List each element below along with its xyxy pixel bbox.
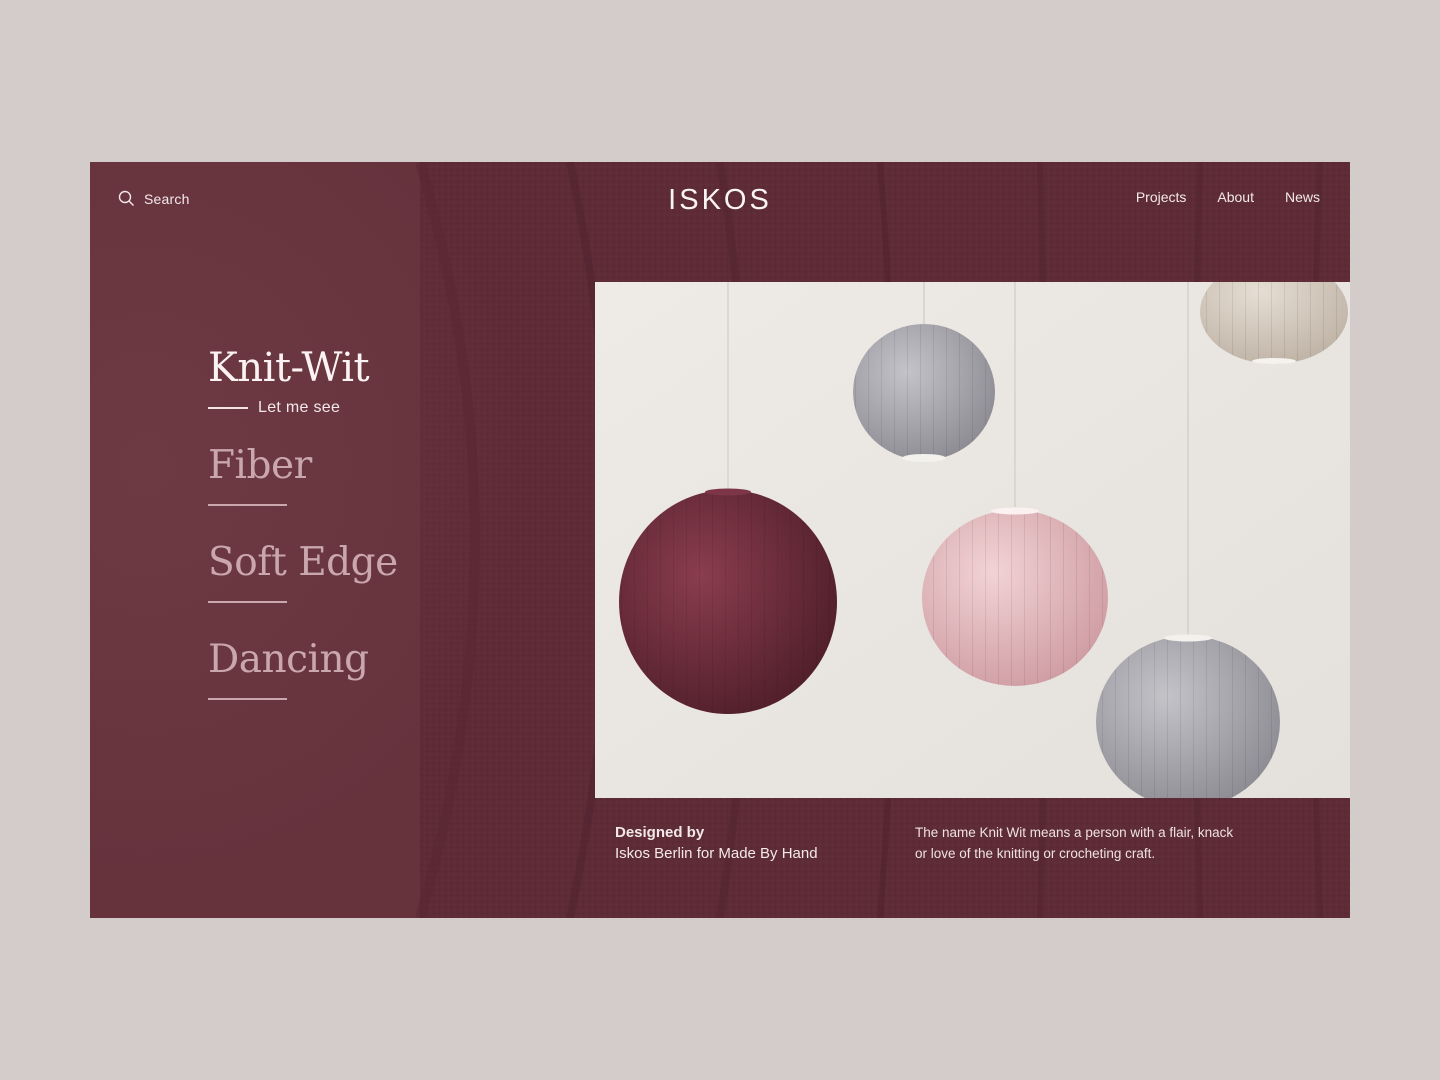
collection-item-underline: [208, 600, 287, 603]
cta-label: Let me see: [258, 399, 341, 416]
let-me-see-link[interactable]: Let me see: [208, 399, 398, 417]
designer-credit: Designed by Iskos Berlin for Made By Han…: [615, 822, 818, 864]
nav-about[interactable]: About: [1217, 189, 1254, 205]
collection-item-dancing[interactable]: Dancing: [208, 636, 398, 700]
collection-item-label: Soft Edge: [208, 539, 398, 585]
collection-item-soft-edge[interactable]: Soft Edge: [208, 539, 398, 603]
product-description: The name Knit Wit means a person with a …: [915, 825, 1234, 861]
collection-item-underline: [208, 503, 287, 506]
collection-item-label: Fiber: [208, 443, 312, 488]
nav-news[interactable]: News: [1285, 189, 1320, 205]
active-collection-title[interactable]: Knit-Wit: [208, 344, 398, 392]
collection-item-fiber[interactable]: Fiber: [208, 443, 398, 506]
collection-item-underline: [208, 697, 287, 700]
designer-name: Iskos Berlin for Made By Hand: [615, 845, 818, 862]
pendant-lamps-image: [595, 282, 1350, 798]
hero-panel: Search ISKOS Projects About News Knit-Wi…: [90, 162, 1350, 918]
designed-by-label: Designed by: [615, 824, 705, 841]
cta-line: [208, 407, 248, 409]
collection-menu: Knit-Wit Let me see Fiber Soft Edge Danc…: [208, 344, 398, 700]
main-nav: Projects About News: [1136, 189, 1320, 205]
nav-projects[interactable]: Projects: [1136, 189, 1187, 205]
product-photo[interactable]: [595, 282, 1350, 798]
collection-item-label: Dancing: [208, 636, 369, 682]
